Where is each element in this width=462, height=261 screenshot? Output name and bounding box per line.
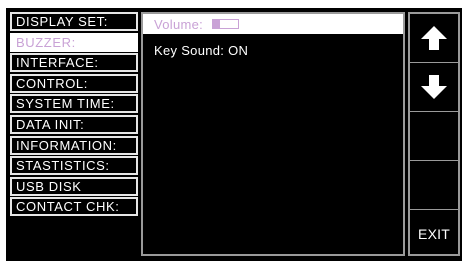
arrow-down-icon <box>421 75 447 99</box>
menu-item-display-set[interactable]: DISPLAY SET: <box>10 12 138 31</box>
menu-item-information[interactable]: INFORMATION: <box>10 135 138 155</box>
menu-item-interface[interactable]: INTERFACE: <box>10 53 138 73</box>
menu-item-data-init[interactable]: DATA INIT: <box>10 114 138 134</box>
settings-menu: DISPLAY SET: BUZZER: INTERFACE: CONTROL:… <box>10 12 138 218</box>
menu-item-contact-chk[interactable]: CONTACT CHK: <box>10 197 138 217</box>
exit-label: EXIT <box>418 226 450 242</box>
down-button[interactable] <box>410 63 458 112</box>
softkey-column: EXIT <box>408 12 460 256</box>
key-sound-setting[interactable]: Key Sound: ON <box>154 43 248 58</box>
menu-item-system-time[interactable]: SYSTEM TIME: <box>10 94 138 114</box>
volume-setting-row[interactable]: Volume: <box>143 14 403 34</box>
volume-label: Volume: <box>154 17 204 32</box>
menu-item-buzzer[interactable]: BUZZER: <box>10 32 138 52</box>
volume-slider[interactable] <box>212 19 239 29</box>
blank-softkey-1[interactable] <box>410 112 458 161</box>
menu-item-usb-disk[interactable]: USB DISK <box>10 176 138 196</box>
arrow-up-icon <box>421 26 447 50</box>
up-button[interactable] <box>410 14 458 63</box>
blank-softkey-2[interactable] <box>410 161 458 210</box>
volume-slider-fill <box>213 20 220 28</box>
buzzer-settings-panel: Volume: Key Sound: ON <box>141 12 405 256</box>
menu-item-control[interactable]: CONTROL: <box>10 73 138 93</box>
menu-item-statistics[interactable]: STASTISTICS: <box>10 156 138 176</box>
exit-button[interactable]: EXIT <box>410 210 458 254</box>
